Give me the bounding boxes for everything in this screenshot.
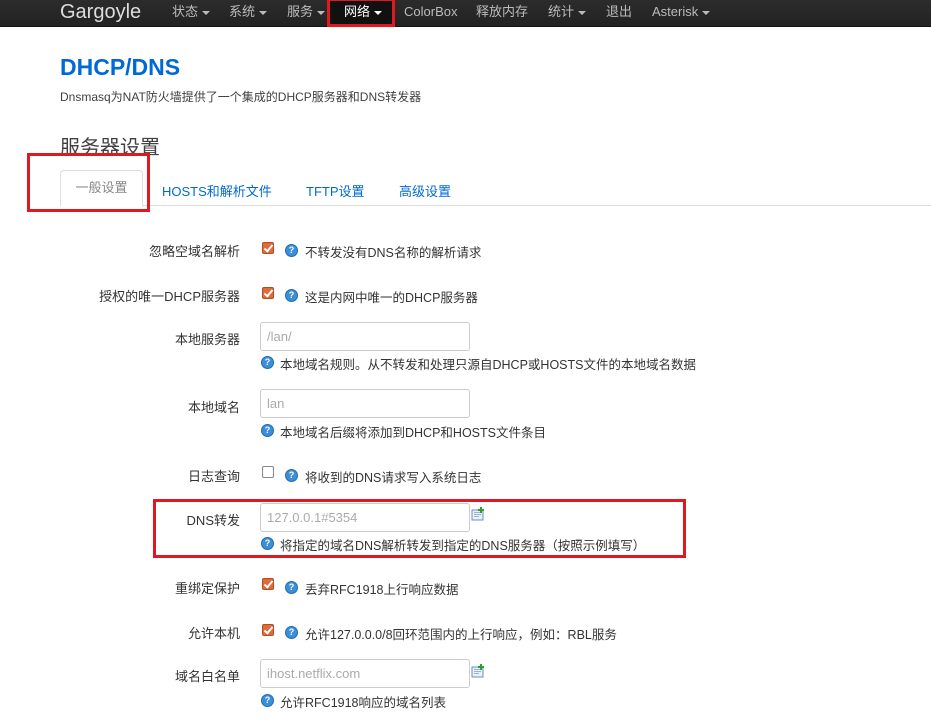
nav-item-system[interactable]: 系统	[229, 0, 268, 25]
help-icon: ?	[261, 424, 274, 437]
help-icon: ?	[285, 469, 298, 482]
log-queries-help: 将收到的DNS请求写入系统日志	[305, 471, 482, 485]
nav-item-status[interactable]: 状态	[172, 0, 211, 25]
top-navbar: Gargoyle 状态 系统 服务 网络 ColorBox 释放内存 统计 退出…	[0, 0, 931, 27]
local-domain-help: 本地域名后缀将添加到DHCP和HOSTS文件条目	[280, 426, 546, 440]
help-icon: ?	[261, 356, 274, 369]
help-icon: ?	[285, 244, 298, 257]
nav-item-colorbox[interactable]: ColorBox	[404, 0, 457, 25]
page-title: DHCP/DNS	[60, 54, 181, 80]
help-icon: ?	[285, 581, 298, 594]
tab-advanced[interactable]: 高级设置	[399, 181, 451, 200]
tabs-divider	[60, 205, 931, 206]
domain-whitelist-input[interactable]	[260, 659, 470, 688]
add-entry-icon[interactable]	[471, 664, 485, 678]
allow-localhost-help: 允许127.0.0.0/8回环范围内的上行响应，例如：RBL服务	[305, 628, 617, 642]
caret-down-icon	[259, 10, 268, 15]
domain-whitelist-help: 允许RFC1918响应的域名列表	[280, 696, 446, 710]
help-icon: ?	[261, 537, 274, 550]
page-description: Dnsmasq为NAT防火墙提供了一个集成的DHCP服务器和DNS转发器	[60, 90, 422, 104]
caret-down-icon	[317, 10, 326, 15]
local-domain-input[interactable]	[260, 389, 470, 418]
tab-highlight-box	[27, 153, 150, 212]
authoritative-help: 这是内网中唯一的DHCP服务器	[305, 291, 478, 305]
log-queries-checkbox[interactable]	[262, 466, 274, 478]
nav-item-free-memory[interactable]: 释放内存	[476, 0, 528, 25]
nav-item-asterisk[interactable]: Asterisk	[652, 0, 711, 25]
caret-down-icon	[202, 10, 211, 15]
nav-item-stats[interactable]: 统计	[548, 0, 587, 25]
help-icon: ?	[261, 694, 274, 707]
help-icon: ?	[285, 626, 298, 639]
brand-logo[interactable]: Gargoyle	[60, 0, 141, 27]
dns-forward-help: 将指定的域名DNS解析转发到指定的DNS服务器（按照示例填写）	[280, 539, 646, 553]
rebind-protection-checkbox[interactable]	[262, 578, 274, 590]
add-entry-icon[interactable]	[471, 507, 485, 521]
nav-item-logout[interactable]: 退出	[606, 0, 632, 25]
ignore-empty-label: 忽略空域名解析	[148, 244, 240, 259]
caret-down-icon	[374, 10, 383, 15]
caret-down-icon	[702, 10, 711, 15]
dns-forward-input[interactable]	[260, 503, 470, 532]
local-domain-label: 本地域名	[187, 400, 240, 415]
domain-whitelist-label: 域名白名单	[174, 669, 240, 684]
rebind-protection-help: 丢弃RFC1918上行响应数据	[305, 583, 459, 597]
tab-tftp[interactable]: TFTP设置	[306, 181, 365, 200]
tab-hosts[interactable]: HOSTS和解析文件	[162, 181, 272, 200]
allow-localhost-label: 允许本机	[187, 626, 240, 641]
rebind-protection-label: 重绑定保护	[174, 581, 240, 596]
log-queries-label: 日志查询	[187, 469, 240, 484]
dns-forward-label: DNS转发	[186, 513, 240, 528]
local-server-label: 本地服务器	[174, 332, 240, 347]
ignore-empty-help: 不转发没有DNS名称的解析请求	[305, 246, 482, 260]
local-server-help: 本地域名规则。从不转发和处理只源自DHCP或HOSTS文件的本地域名数据	[280, 358, 696, 372]
ignore-empty-checkbox[interactable]	[262, 242, 274, 254]
authoritative-label: 授权的唯一DHCP服务器	[99, 289, 240, 304]
allow-localhost-checkbox[interactable]	[262, 624, 274, 636]
authoritative-checkbox[interactable]	[262, 287, 274, 299]
help-icon: ?	[285, 289, 298, 302]
caret-down-icon	[578, 10, 587, 15]
local-server-input[interactable]	[260, 322, 470, 351]
nav-item-network[interactable]: 网络	[344, 0, 383, 25]
nav-item-services[interactable]: 服务	[287, 0, 326, 25]
